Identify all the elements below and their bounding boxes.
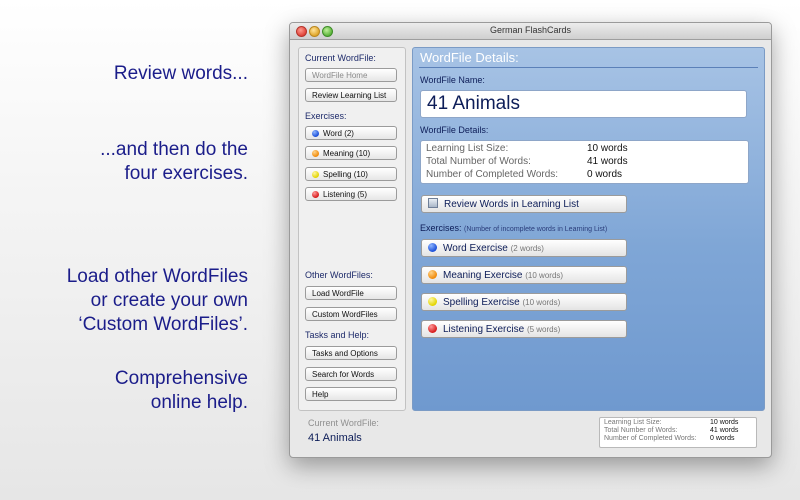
blue-dot-icon [428,243,437,252]
promo-review-words: Review words... [114,62,248,86]
promo-text: ...and then do the [100,139,248,160]
status-current-label: Current WordFile: [308,418,379,428]
search-words-button[interactable]: Search for Words [305,367,397,381]
meaning-exercise-count: (10 words) [525,271,564,280]
review-learning-list-button[interactable]: Review Learning List [305,88,397,102]
review-button-label: Review Words in Learning List [444,199,579,210]
spelling-exercise-button[interactable]: Spelling (10) [305,167,397,181]
listening-exercise-main-button[interactable]: Listening Exercise (5 words) [421,320,627,338]
status-learning-size-value: 10 words [710,419,739,426]
listening-exercise-title: Listening Exercise [443,324,525,335]
promo-text: Load other WordFiles [66,266,248,287]
wordfile-name-label: WordFile Name: [420,75,485,85]
promo-help: Comprehensive online help. [115,367,248,415]
details-box: Learning List Size: 10 words Total Numbe… [420,140,749,184]
promo-text: ‘Custom WordFiles’. [78,314,248,335]
blue-dot-icon [312,130,319,137]
promo-text: or create your own [90,290,248,311]
exercises-label: Exercises: (Number of incomplete words i… [420,223,607,233]
promo-text: Review words... [113,63,248,84]
exercises-heading-text: Exercises: [420,223,462,233]
word-exercise-title: Word Exercise [443,243,508,254]
wordfile-details-label: WordFile Details: [420,125,489,135]
word-exercise-label: Word (2) [323,129,354,138]
meaning-exercise-main-button[interactable]: Meaning Exercise (10 words) [421,266,627,284]
status-bar: Current WordFile: 41 Animals Learning Li… [298,416,763,449]
red-dot-icon [312,191,319,198]
word-exercise-button[interactable]: Word (2) [305,126,397,140]
word-exercise-count: (2 words) [510,244,544,253]
promo-exercises: ...and then do the four exercises. [100,138,248,186]
review-learning-list-main-button[interactable]: Review Words in Learning List [421,195,627,213]
spelling-exercise-main-button[interactable]: Spelling Exercise (10 words) [421,293,627,311]
listening-exercise-count: (5 words) [526,325,561,334]
orange-dot-icon [312,150,319,157]
yellow-dot-icon [428,297,437,306]
status-learning-size-label: Learning List Size: [604,419,662,426]
exercises-heading: Exercises: [305,111,347,121]
completed-words-value: 0 words [587,169,623,180]
red-dot-icon [428,324,437,333]
completed-words-label: Number of Completed Words: [426,169,559,180]
learning-size-value: 10 words [587,143,628,154]
book-icon [428,198,438,208]
tasks-options-button[interactable]: Tasks and Options [305,346,397,360]
sidebar: Current WordFile: WordFile Home Review L… [298,47,406,411]
other-wordfiles-heading: Other WordFiles: [305,270,373,280]
custom-wordfiles-button[interactable]: Custom WordFiles [305,307,397,321]
window-title: German FlashCards [489,25,572,35]
spelling-exercise-title: Spelling Exercise [443,297,520,308]
spelling-exercise-count: (10 words) [522,298,561,307]
promo-text: Comprehensive [114,368,248,389]
total-words-value: 41 words [587,156,628,167]
meaning-exercise-title: Meaning Exercise [443,270,523,281]
tasks-help-heading: Tasks and Help: [305,330,370,340]
app-window: German FlashCards Current WordFile: Word… [289,22,772,458]
promo-text: four exercises. [124,163,248,184]
status-completed-value: 0 words [710,435,735,442]
wordfile-name-field[interactable]: 41 Animals [420,90,747,118]
listening-exercise-button[interactable]: Listening (5) [305,187,397,201]
status-stats-box: Learning List Size: 10 words Total Numbe… [599,417,757,448]
spelling-exercise-label: Spelling (10) [323,170,368,179]
status-total-words-label: Total Number of Words: [604,427,678,434]
current-wordfile-heading: Current WordFile: [305,53,376,63]
orange-dot-icon [428,270,437,279]
promo-wordfiles: Load other WordFiles or create your own … [67,265,248,337]
meaning-exercise-button[interactable]: Meaning (10) [305,146,397,160]
wordfile-details-panel: WordFile Details: WordFile Name: 41 Anim… [412,47,765,411]
title-bar[interactable]: German FlashCards [290,23,771,40]
status-total-words-value: 41 words [710,427,739,434]
load-wordfile-button[interactable]: Load WordFile [305,286,397,300]
promo-text: online help. [150,392,248,413]
yellow-dot-icon [312,171,319,178]
help-button[interactable]: Help [305,387,397,401]
word-exercise-main-button[interactable]: Word Exercise (2 words) [421,239,627,257]
wordfile-home-button[interactable]: WordFile Home [305,68,397,82]
title-divider [419,67,758,68]
status-completed-label: Number of Completed Words: [604,435,697,442]
panel-title: WordFile Details: [420,50,519,65]
listening-exercise-label: Listening (5) [323,190,368,199]
learning-size-label: Learning List Size: [426,143,509,154]
exercises-note: (Number of incomplete words in Learning … [464,226,608,233]
meaning-exercise-label: Meaning (10) [323,149,371,158]
total-words-label: Total Number of Words: [426,156,531,167]
status-current-value: 41 Animals [308,432,362,444]
